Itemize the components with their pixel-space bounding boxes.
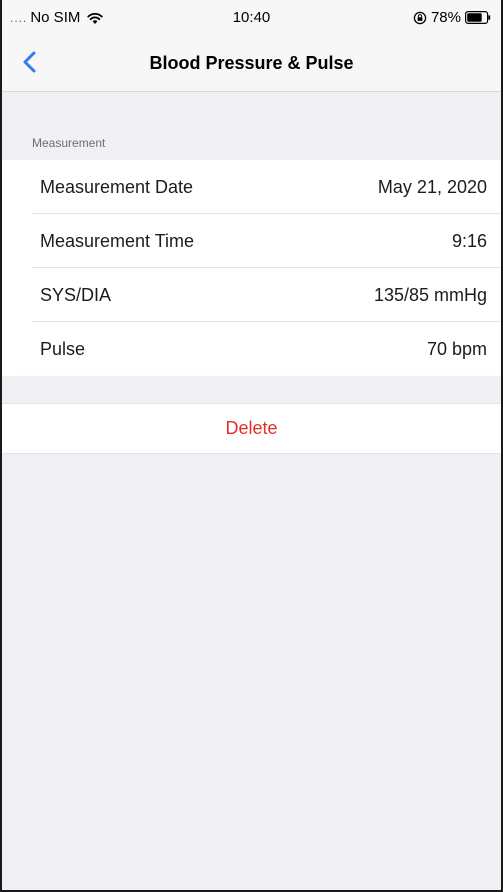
battery-fill — [467, 13, 482, 22]
row-sys-dia: SYS/DIA 135/85 mmHg — [2, 268, 501, 322]
row-value: 9:16 — [451, 230, 487, 251]
row-measurement-time: Measurement Time 9:16 — [2, 214, 501, 268]
row-label: Pulse — [40, 338, 86, 359]
battery-percent: 78% — [430, 9, 461, 26]
app-screen: .... No SIM 10:40 78% Blood Pressure & P… — [0, 0, 503, 892]
row-label: Measurement Time — [40, 230, 195, 251]
section-header: Measurement — [32, 136, 106, 150]
row-value: 135/85 mmHg — [373, 284, 487, 305]
navigation-bar: Blood Pressure & Pulse — [2, 34, 501, 92]
row-value: May 21, 2020 — [377, 176, 487, 197]
row-label: SYS/DIA — [40, 284, 112, 305]
row-measurement-date: Measurement Date May 21, 2020 — [2, 160, 501, 214]
status-bar: .... No SIM 10:40 78% — [2, 0, 501, 34]
row-value: 70 bpm — [426, 338, 487, 359]
page-title: Blood Pressure & Pulse — [149, 53, 354, 73]
measurement-group: Measurement Date May 21, 2020 Measuremen… — [2, 160, 501, 376]
row-label: Measurement Date — [40, 176, 194, 197]
status-right: 78% — [413, 9, 491, 26]
row-pulse: Pulse 70 bpm — [2, 322, 501, 376]
delete-button[interactable]: Delete — [2, 403, 501, 454]
orientation-lock-icon — [413, 11, 427, 24]
battery-icon — [465, 11, 491, 24]
delete-label: Delete — [225, 418, 278, 438]
